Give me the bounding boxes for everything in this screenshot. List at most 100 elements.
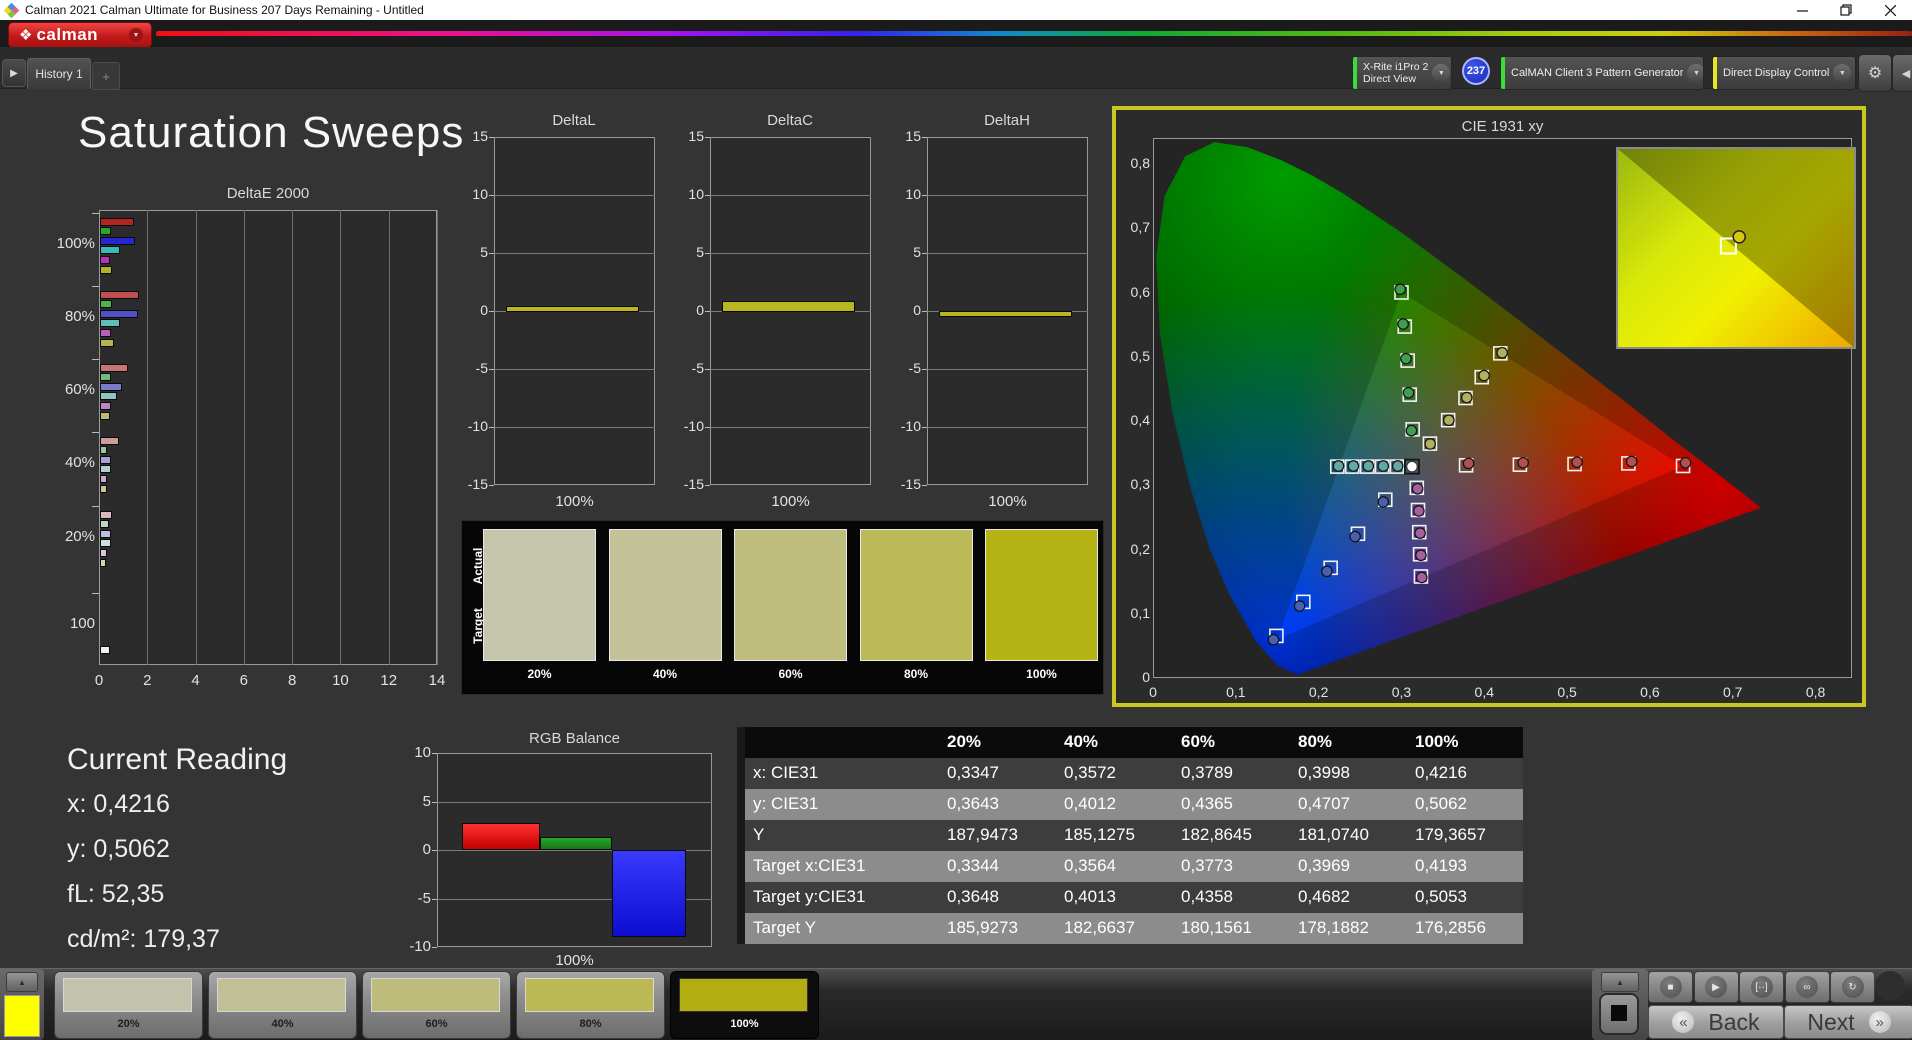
delta-axis-tick [489, 485, 494, 486]
deltae-ylabel: 100 [69, 615, 95, 632]
deltae-bar-yellow [100, 265, 113, 274]
tab-scroll-button[interactable]: ▶ [2, 59, 26, 87]
cie-measured-marker-magenta [1411, 482, 1424, 495]
cie-measured-marker-yellow [1424, 438, 1436, 450]
measure-button[interactable]: [··] [1739, 971, 1784, 1003]
display-control-dropdown[interactable]: Direct Display Control ▼ [1712, 56, 1856, 90]
calman-app-window: Calman 2021 Calman Ultimate for Business… [0, 0, 1912, 1040]
table-cell: 0,3789 [1181, 763, 1233, 782]
stop-button[interactable]: ■ [1648, 971, 1693, 1003]
calman-logo-text: calman [36, 25, 99, 44]
deltae-bar-green [100, 373, 111, 382]
window-size-button[interactable] [1599, 993, 1639, 1035]
minimize-button[interactable] [1780, 0, 1824, 20]
chevron-down-icon: ▼ [1833, 64, 1852, 82]
delta-ylabel: -15 [683, 476, 704, 492]
delta-ylabel: -15 [467, 476, 488, 492]
table-row-label: x: CIE31 [753, 763, 819, 782]
window-size-icon [1611, 1005, 1627, 1021]
pattern-button-20%[interactable]: 20% [54, 971, 203, 1039]
restore-button[interactable] [1824, 0, 1868, 20]
continuous-icon: ∞ [1796, 976, 1818, 998]
deltae-xlabel: 0 [94, 672, 104, 689]
continuous-button[interactable]: ∞ [1784, 971, 1830, 1003]
settings-button[interactable]: ⚙ [1858, 54, 1892, 92]
deltae-xlabel: 10 [332, 672, 349, 689]
pattern-button-swatch [525, 978, 654, 1012]
chevron-left-icon: ◀ [1901, 67, 1911, 80]
rgb-ylabel: -5 [417, 889, 431, 907]
play-button[interactable]: ▶ [1693, 971, 1739, 1003]
delta-axis-tick [922, 485, 927, 486]
chevron-down-icon: ▼ [1432, 64, 1451, 82]
cie-measured-marker-yellow [1443, 414, 1455, 427]
cie-measured-marker-red [1679, 456, 1692, 469]
deltae2000-chart-title: DeltaE 2000 [226, 185, 310, 202]
meter-count-badge[interactable]: 237 [1462, 57, 1490, 85]
delta-ylabel: -5 [908, 360, 921, 376]
tab-bar: ▶ History 1 + X-Rite i1Pro 2 Direct View … [0, 47, 1912, 92]
meter-mode: Direct View [1363, 73, 1416, 85]
rainbow-divider [156, 31, 1912, 36]
cie-ylabel: 0,6 [1130, 283, 1150, 300]
delta-xlabel: 100% [988, 493, 1027, 510]
table-row: Target x:CIE31 0,3344 0,3564 0,3773 0,3969 0,… [745, 851, 1523, 882]
measurement-table: 20% 40% 60% 80% 100% x: CIE31 0,3347 0,3572 0,37… [737, 727, 1523, 949]
chevrons-left-icon: « [1672, 1011, 1695, 1033]
delta-gridline [927, 427, 1088, 428]
rgb-ylabel: -10 [409, 938, 431, 955]
collapse-up-button[interactable]: ▲ [1601, 972, 1639, 992]
collapse-up-button[interactable]: ▲ [6, 972, 38, 992]
table-cell: 0,5053 [1415, 887, 1467, 906]
table-header-cell: 40% [1064, 732, 1099, 751]
close-icon[interactable] [1868, 0, 1912, 20]
delta-gridline [494, 253, 655, 254]
current-reading-y: y: 0,5062 [67, 835, 170, 863]
table-row: Target y:CIE31 0,3648 0,4013 0,4358 0,4682 0,… [745, 882, 1523, 913]
pattern-button-100%[interactable]: 100% [670, 971, 819, 1039]
deltae-axis-tick [92, 506, 99, 507]
table-cell: 0,4013 [1064, 887, 1116, 906]
pattern-control-bar: ▲ ▲ « Back Next » 20% 40% 60% 80% 100% ■ ▶ [··]… [0, 968, 1912, 1040]
cie-zoom-inset [1616, 147, 1856, 349]
deltae-bar-green [100, 227, 111, 236]
deltae-gridline [388, 210, 390, 665]
cie-measured-marker-red [1517, 456, 1530, 469]
table-cell: 0,5062 [1415, 794, 1467, 813]
table-header-cell: 100% [1415, 732, 1459, 751]
refresh-button[interactable]: ↻ [1830, 971, 1875, 1003]
cie-xlabel: 0,2 [1308, 684, 1329, 700]
tab-history-1[interactable]: History 1 [27, 58, 91, 89]
chevron-down-icon: ▼ [129, 28, 143, 42]
deltae-bar-red [100, 363, 129, 372]
pattern-button-80%[interactable]: 80% [516, 971, 665, 1039]
deltae-bar-magenta [100, 474, 108, 483]
pattern-button-40%[interactable]: 40% [208, 971, 357, 1039]
table-cell: 176,2856 [1415, 918, 1486, 937]
pattern-generator-dropdown[interactable]: CalMAN Client 3 Pattern Generator ▼ [1500, 56, 1704, 90]
rgb-ylabel: 0 [422, 841, 431, 858]
delta-gridline [927, 369, 1088, 370]
rgb-bar-blue [612, 850, 686, 938]
table-cell: 0,3572 [1064, 763, 1116, 782]
table-cell: 179,3657 [1415, 825, 1486, 844]
delta-bar [722, 300, 855, 312]
delta-ylabel: 5 [480, 244, 488, 260]
swatch-label: 60% [778, 667, 803, 681]
page-title: Saturation Sweeps [78, 108, 465, 157]
back-button[interactable]: « Back [1648, 1005, 1784, 1039]
calman-logo-button[interactable]: ❖ calman ▼ [8, 22, 152, 48]
pattern-button-60%[interactable]: 60% [362, 971, 511, 1039]
deltae-bar-magenta [100, 548, 107, 557]
cie-measured-marker-magenta [1413, 505, 1425, 517]
add-tab-button[interactable]: + [92, 62, 120, 90]
table-cell: 0,4707 [1298, 794, 1350, 813]
swatch-label: 80% [903, 667, 929, 681]
deltal-chart-title: DeltaL [552, 112, 596, 129]
deltae-bar-blue [100, 309, 139, 318]
swatch-sample [859, 529, 973, 661]
rgb-ylabel: 5 [422, 792, 431, 810]
next-button[interactable]: Next » [1784, 1005, 1912, 1039]
meter-dropdown[interactable]: X-Rite i1Pro 2 Direct View ▼ [1352, 56, 1452, 90]
collapse-toolbar-button[interactable]: ◀ [1892, 54, 1912, 92]
